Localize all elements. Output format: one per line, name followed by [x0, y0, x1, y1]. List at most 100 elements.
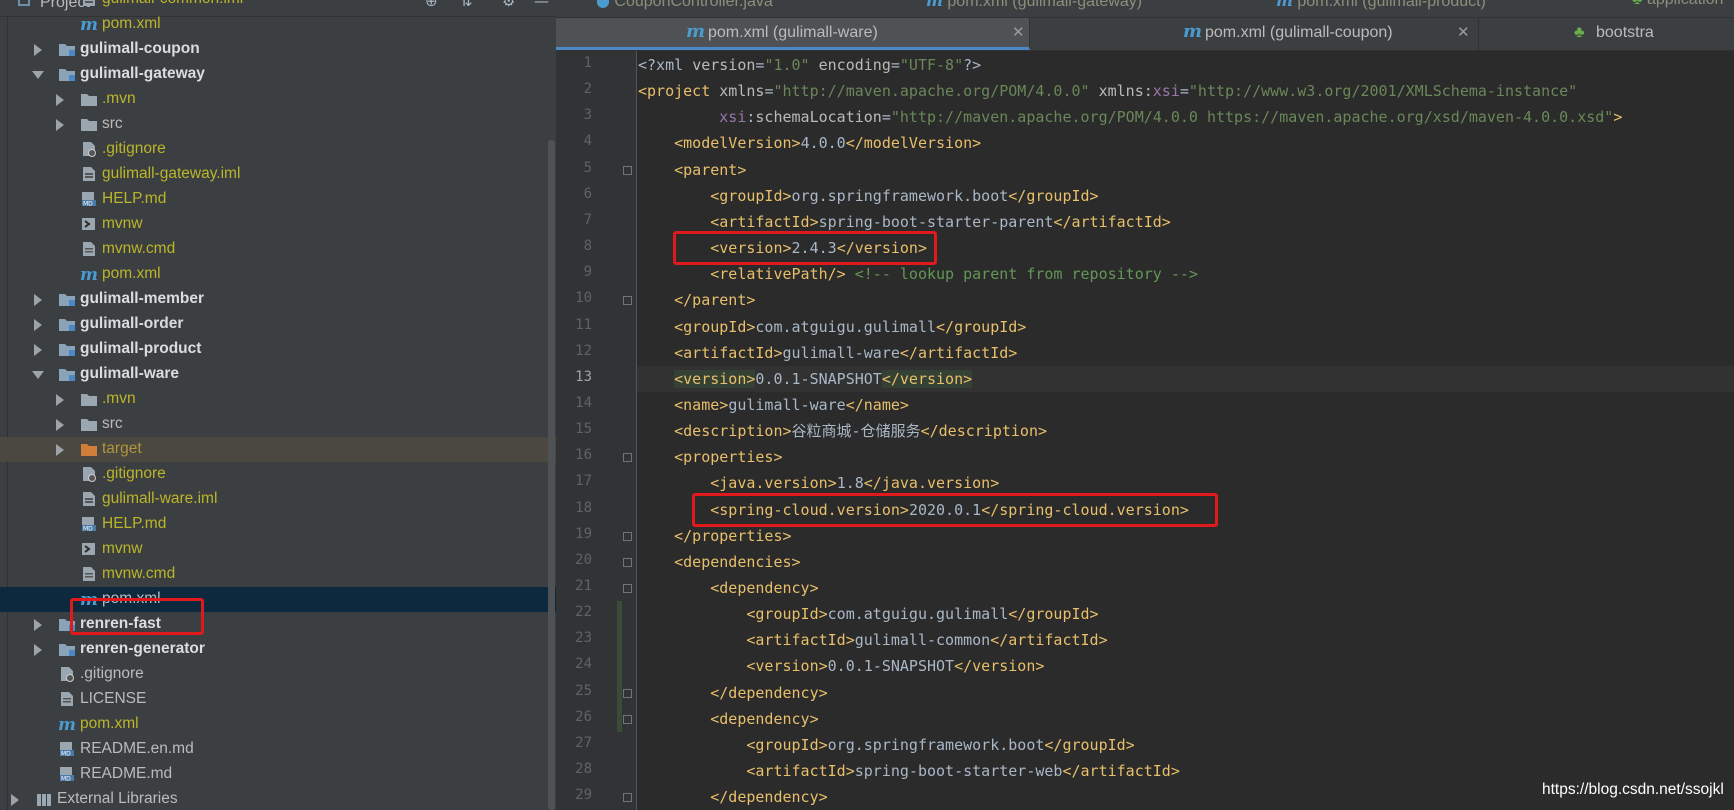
chevron-right-icon[interactable]	[34, 344, 42, 356]
code-token: encoding	[809, 56, 891, 74]
tree-row[interactable]: External Libraries	[0, 787, 556, 810]
tree-row[interactable]: gulimall-coupon	[0, 37, 556, 62]
maven-m-icon: m	[926, 0, 943, 10]
module-folder-icon	[58, 316, 76, 332]
tree-row[interactable]: m pom.xml	[0, 712, 556, 737]
line-number: 6	[583, 185, 592, 202]
chevron-down-icon[interactable]	[32, 71, 44, 79]
tree-row[interactable]: gulimall-gateway	[0, 62, 556, 87]
tree-row[interactable]: gulimall-common.iml	[0, 0, 556, 12]
project-scrollbar[interactable]	[548, 140, 555, 810]
fold-marker-icon[interactable]	[623, 296, 632, 306]
code-token: <description>	[674, 422, 792, 441]
tree-row[interactable]: LICENSE	[0, 687, 556, 712]
tree-row[interactable]: m pom.xml	[0, 262, 556, 287]
code-token: </groupId>	[1044, 735, 1135, 754]
tree-row[interactable]: .mvn	[0, 87, 556, 112]
code-line: <project xmlns = "http://maven.apache.org/…	[638, 81, 1577, 101]
tree-row[interactable]: m pom.xml	[0, 12, 556, 37]
tree-row[interactable]: mvnw	[0, 212, 556, 237]
module-folder-icon	[58, 66, 76, 82]
folder-icon	[80, 91, 98, 107]
tab-pom-product[interactable]: m pom.xml (gulimall-product)	[1276, 0, 1486, 17]
tree-row[interactable]: target	[0, 437, 556, 462]
tree-row[interactable]: gulimall-order	[0, 312, 556, 337]
close-icon[interactable]: ✕	[1457, 23, 1470, 41]
svg-text:MD: MD	[61, 751, 71, 758]
tree-row[interactable]: .gitignore	[0, 462, 556, 487]
chevron-right-icon[interactable]	[56, 444, 64, 456]
tab-pom-ware[interactable]: m pom.xml (gulimall-ware) ✕	[556, 18, 1030, 50]
tab-pom-coupon[interactable]: m pom.xml (gulimall-coupon) ✕	[1031, 18, 1479, 50]
chevron-right-icon[interactable]	[56, 394, 64, 406]
tree-row[interactable]: src	[0, 412, 556, 437]
tree-row[interactable]: gulimall-ware.iml	[0, 487, 556, 512]
code-token: 1.8	[836, 474, 864, 493]
code-token: <artifactId>	[710, 212, 819, 231]
code-token: schemaLocation	[755, 108, 882, 127]
tree-row[interactable]: renren-generator	[0, 637, 556, 662]
code-token: =	[890, 56, 900, 74]
tree-row[interactable]: gulimall-member	[0, 287, 556, 312]
excluded-folder-icon	[80, 441, 98, 457]
line-number: 7	[583, 211, 592, 228]
fold-marker-icon[interactable]	[623, 688, 632, 698]
chevron-right-icon[interactable]	[56, 119, 64, 131]
tree-item-label: mvnw	[102, 215, 143, 232]
tree-item-label: .mvn	[102, 390, 136, 407]
code-token: </groupId>	[936, 317, 1027, 336]
code-token: <dependency>	[710, 709, 819, 728]
tab-coupon-controller[interactable]: ● CouponController.java	[596, 0, 773, 17]
tree-row[interactable]: mvnw	[0, 537, 556, 562]
fold-marker-icon[interactable]	[623, 531, 632, 541]
code-token: </artifactId>	[1053, 212, 1171, 231]
chevron-right-icon[interactable]	[56, 94, 64, 106]
tree-item-label: gulimall-product	[80, 340, 202, 357]
line-number: 5	[583, 159, 592, 176]
code-token: gulimall-ware	[782, 343, 900, 362]
chevron-right-icon[interactable]	[34, 44, 42, 56]
close-icon[interactable]: ✕	[1012, 23, 1025, 41]
tree-row[interactable]: mvnw.cmd	[0, 237, 556, 262]
text-file-icon	[80, 566, 98, 582]
tree-item-label: gulimall-order	[80, 315, 184, 332]
tree-row[interactable]: .gitignore	[0, 137, 556, 162]
tree-row[interactable]: MD HELP.md	[0, 187, 556, 212]
line-number: 2	[583, 81, 592, 98]
code-token: <?xml	[638, 56, 693, 74]
fold-marker-icon[interactable]	[623, 714, 632, 724]
tree-row[interactable]: MD README.en.md	[0, 737, 556, 762]
tree-row[interactable]: gulimall-product	[0, 337, 556, 362]
chevron-right-icon[interactable]	[34, 319, 42, 331]
tab-application[interactable]: ♣ application	[1632, 0, 1723, 17]
fold-marker-icon[interactable]	[623, 793, 632, 803]
tab-pom-gateway[interactable]: m pom.xml (gulimall-gateway)	[926, 0, 1142, 17]
tree-row[interactable]: MD HELP.md	[0, 512, 556, 537]
tree-row[interactable]: .mvn	[0, 387, 556, 412]
chevron-down-icon[interactable]	[32, 371, 44, 379]
code-token: </description>	[920, 422, 1048, 441]
fold-marker-icon[interactable]	[623, 557, 632, 567]
fold-marker-icon[interactable]	[623, 453, 632, 463]
tree-row[interactable]: mvnw.cmd	[0, 562, 556, 587]
tree-item-label: renren-generator	[80, 640, 205, 657]
tree-row[interactable]: MD README.md	[0, 762, 556, 787]
tree-item-label: target	[102, 440, 142, 457]
tab-bootstrap[interactable]: ♣ bootstra	[1480, 18, 1734, 50]
code-token: spring-boot-starter-web	[854, 762, 1063, 781]
chevron-right-icon[interactable]	[34, 294, 42, 306]
fold-marker-icon[interactable]	[623, 165, 632, 175]
chevron-right-icon[interactable]	[34, 644, 42, 656]
tree-row[interactable]: .gitignore	[0, 662, 556, 687]
chevron-right-icon[interactable]	[11, 794, 19, 806]
fold-marker-icon[interactable]	[623, 584, 632, 593]
tree-row[interactable]: src	[0, 112, 556, 137]
tree-item-label: mvnw	[102, 540, 143, 557]
chevron-right-icon[interactable]	[34, 619, 42, 631]
code-editor[interactable]: 1 2 3 4 5 6 7 8 9 10 11 12 13 14 15 16 17 18 19 20 21 22 23 24 2…	[556, 51, 1734, 810]
tree-row[interactable]: gulimall-ware	[0, 362, 556, 387]
tree-row[interactable]: gulimall-gateway.iml	[0, 162, 556, 187]
chevron-right-icon[interactable]	[56, 419, 64, 431]
tree-item-label: src	[102, 115, 123, 132]
